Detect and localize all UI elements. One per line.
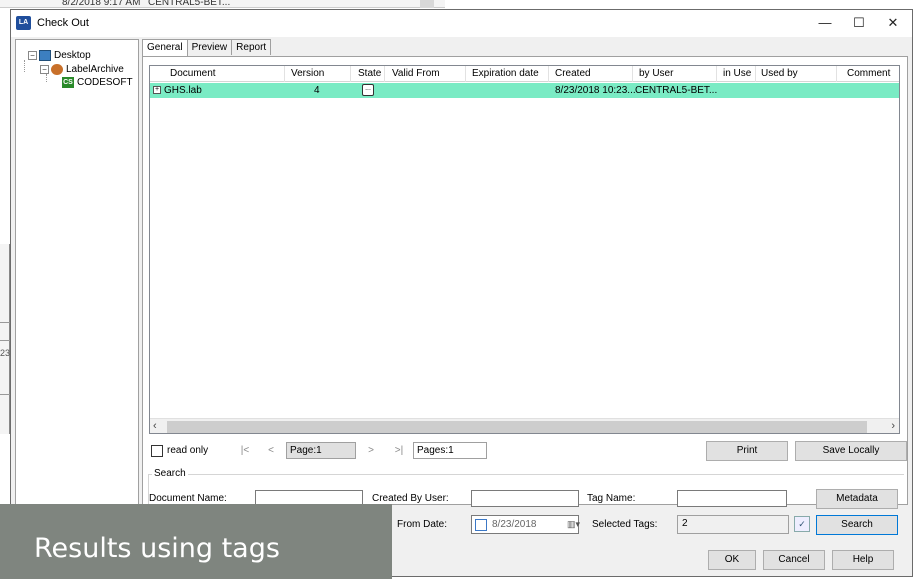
background-scrollbar [420,0,434,8]
help-button[interactable]: Help [832,550,894,570]
general-tab-panel: Document Version State Valid From Expira… [142,56,909,536]
tab-report[interactable]: Report [231,39,272,55]
scroll-left-icon[interactable]: ‹ [153,420,157,432]
column-header-comment[interactable]: Comment [847,68,890,79]
tab-general[interactable]: General [142,39,188,57]
first-page-button[interactable]: |< [233,442,257,459]
from-date-label: From Date: [397,519,448,530]
tag-name-input[interactable] [677,490,787,507]
column-header-version[interactable]: Version [291,68,324,79]
tree-item-labelarchive[interactable]: − LabelArchive [40,64,124,75]
search-button[interactable]: Search [816,515,898,535]
table-row[interactable]: + GHS.lab 4 ... 8/23/2018 10:23... CENTR… [150,83,899,98]
ok-button[interactable]: OK [708,550,756,570]
desktop-icon [39,50,51,61]
metadata-button[interactable]: Metadata [816,489,898,509]
background-side-text: 23 [0,348,11,358]
window-title: Check Out [37,17,89,29]
tag-name-label: Tag Name: [587,493,636,504]
cell-created: 8/23/2018 10:23... [555,85,636,96]
pages-count: Pages:1 [413,442,487,459]
column-header-state[interactable]: State [358,68,381,79]
codesoft-icon: CS [62,77,74,88]
state-document-icon: ... [362,84,374,96]
document-grid[interactable]: Document Version State Valid From Expira… [149,65,900,434]
edit-tags-icon[interactable]: ✓ [794,516,810,532]
save-locally-button[interactable]: Save Locally [795,441,907,461]
calendar-dropdown-icon[interactable]: ▥▾ [567,518,585,531]
background-left-edge: 23 [0,244,10,434]
app-icon: LA [16,16,31,30]
tree-item-label: LabelArchive [66,64,124,75]
tree-item-label: Desktop [54,50,91,61]
column-header-used-by[interactable]: Used by [761,68,798,79]
read-only-checkbox[interactable] [151,445,163,457]
column-header-valid-from[interactable]: Valid From [392,68,440,79]
read-only-label: read only [167,445,209,456]
expand-row-icon[interactable]: + [153,86,161,94]
tab-preview[interactable]: Preview [186,39,233,55]
last-page-button[interactable]: >| [387,442,411,459]
scroll-right-icon[interactable]: › [891,420,895,432]
created-by-user-input[interactable] [471,490,579,507]
collapse-icon[interactable]: − [40,65,49,74]
background-date: 8/2/2018 9:17 AM [62,0,141,8]
caption-overlay: Results using tags [0,504,392,579]
archive-icon [51,64,63,75]
collapse-icon[interactable]: − [28,51,37,60]
document-name-label: Document Name: [149,493,227,504]
scrollbar-thumb[interactable] [167,421,867,433]
column-header-expiration-date[interactable]: Expiration date [472,68,539,79]
next-page-button[interactable]: > [358,442,384,459]
column-header-by-user[interactable]: by User [639,68,673,79]
cancel-button[interactable]: Cancel [763,550,825,570]
cell-by-user: CENTRAL5-BET... [635,85,718,96]
minimize-button[interactable]: — [811,13,839,33]
tree-item-codesoft[interactable]: CS CODESOFT [62,77,133,88]
maximize-button[interactable]: ☐ [845,13,873,33]
title-bar[interactable]: LA Check Out — ☐ ✕ [11,10,912,37]
column-header-document[interactable]: Document [170,68,216,79]
background-window-strip: 8/2/2018 9:17 AM CENTRAL5-BET... [0,0,445,8]
tree-item-label: CODESOFT [77,77,133,88]
created-by-user-label: Created By User: [372,493,449,504]
archive-tree: − Desktop − LabelArchive CS CODESOFT [15,39,139,505]
cell-version: 4 [314,85,320,96]
background-user: CENTRAL5-BET... [148,0,231,8]
from-date-checkbox[interactable] [475,519,487,531]
horizontal-scrollbar[interactable]: ‹ › [150,418,899,433]
column-header-in-use[interactable]: in Use [723,68,751,79]
previous-page-button[interactable]: < [259,442,283,459]
from-date-picker[interactable]: 8/23/2018 [471,515,579,534]
selected-tags-field: 2 [677,515,789,534]
from-date-value: 8/23/2018 [492,519,537,530]
search-group-title: Search [152,468,188,479]
selected-tags-label: Selected Tags: [592,519,658,530]
tree-item-desktop[interactable]: − Desktop [28,50,91,61]
check-out-dialog: LA Check Out — ☐ ✕ − Desktop − LabelArch… [10,9,913,577]
close-button[interactable]: ✕ [879,13,907,33]
cell-document: GHS.lab [164,85,202,96]
column-header-created[interactable]: Created [555,68,591,79]
page-indicator: Page:1 [286,442,356,459]
print-button[interactable]: Print [706,441,788,461]
grid-header: Document Version State Valid From Expira… [150,66,899,82]
tab-bar: General Preview Report [142,39,272,57]
pager-bar: read only |< < Page:1 > >| Pages:1 Print… [149,441,909,461]
